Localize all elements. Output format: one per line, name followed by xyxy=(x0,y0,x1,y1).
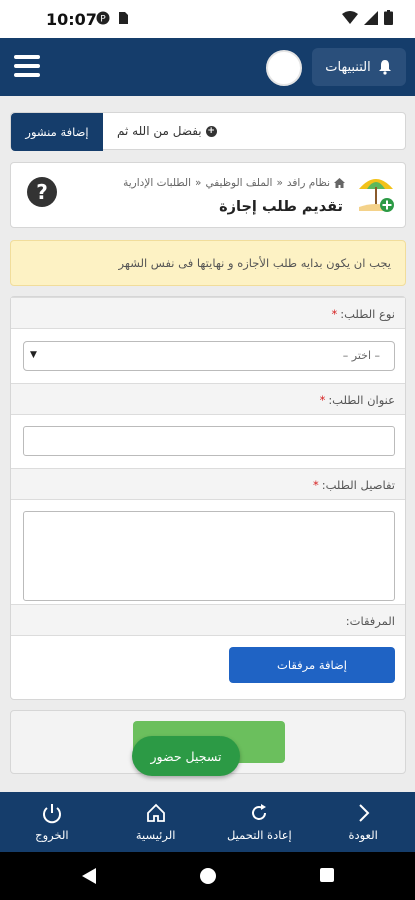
add-attachments-button[interactable]: إضافة مرفقات xyxy=(229,647,395,683)
plus-circle-icon: + xyxy=(205,125,217,137)
nav-logout[interactable]: الخروج xyxy=(0,792,104,852)
app-header: التنبيهات xyxy=(0,38,415,96)
request-details-label-text: تفاصيل الطلب: xyxy=(321,478,395,492)
required-mark: * xyxy=(313,478,319,492)
check-in-button[interactable]: تسجيل حضور xyxy=(132,736,240,776)
breadcrumb-item-profile[interactable]: الملف الوظيفي xyxy=(205,177,272,189)
nav-home[interactable]: الرئيسية xyxy=(104,792,208,852)
page-header-card: ? نظام رافد « الملف الوظيفي « الطلبات ال… xyxy=(10,162,406,228)
power-icon xyxy=(42,804,61,824)
nav-reload-label: إعادة التحميل xyxy=(226,828,292,842)
attachments-label-text: المرفقات: xyxy=(345,614,395,628)
avatar[interactable] xyxy=(266,50,302,86)
chevron-down-icon: ▼ xyxy=(30,350,37,360)
required-mark: * xyxy=(331,307,338,321)
request-type-select[interactable]: – اختر – ▼ xyxy=(23,341,395,371)
sim-card-icon xyxy=(119,12,128,24)
chevron-right-icon xyxy=(359,804,370,822)
nav-back[interactable]: العودة xyxy=(311,792,415,852)
notifications-label: التنبيهات xyxy=(325,59,371,75)
add-post-button[interactable]: إضافة منشور xyxy=(11,113,103,151)
home-icon[interactable] xyxy=(334,178,345,188)
request-details-label: تفاصيل الطلب:* xyxy=(11,468,405,500)
wifi-icon xyxy=(342,10,358,24)
question-circle-icon[interactable]: ? xyxy=(27,177,57,207)
battery-icon xyxy=(384,10,393,25)
nav-home-label: الرئيسية xyxy=(135,828,176,842)
page-title: تقديم طلب إجازة xyxy=(219,199,343,215)
request-title-label-text: عنوان الطلب: xyxy=(328,393,395,407)
app-notification-icon: P xyxy=(96,11,110,25)
warning-alert: يجب ان يكون بدايه طلب الأجازه و نهايتها … xyxy=(10,240,406,286)
request-type-label-text: نوع الطلب: xyxy=(340,307,395,321)
request-type-label: نوع الطلب:* xyxy=(11,297,405,329)
breadcrumb: نظام رافد « الملف الوظيفي « الطلبات الإد… xyxy=(123,177,345,189)
breadcrumb-separator-icon: « xyxy=(276,177,283,189)
breadcrumb-item-system[interactable]: نظام رافد xyxy=(287,177,330,189)
warning-text: يجب ان يكون بدايه طلب الأجازه و نهايتها … xyxy=(118,256,391,270)
request-type-selected: – اختر – xyxy=(342,349,380,362)
nav-back-label: العودة xyxy=(348,828,378,842)
home-circle-icon[interactable] xyxy=(200,868,216,884)
bell-icon xyxy=(378,60,391,75)
bottom-navigation: الخروج الرئيسية إعادة التحميل العودة xyxy=(0,792,415,852)
beach-umbrella-icon xyxy=(359,179,394,212)
notifications-button[interactable]: التنبيهات xyxy=(312,48,406,86)
back-triangle-icon[interactable] xyxy=(82,868,96,884)
signal-icon xyxy=(364,10,378,25)
request-title-label: عنوان الطلب:* xyxy=(11,383,405,415)
request-title-input[interactable] xyxy=(23,426,395,456)
hamburger-menu-icon[interactable] xyxy=(14,55,40,77)
reload-icon xyxy=(252,804,267,820)
attachments-label: المرفقات: xyxy=(11,604,405,636)
recent-apps-icon[interactable] xyxy=(320,868,334,882)
request-details-textarea[interactable] xyxy=(23,511,395,601)
announcement-bar: إضافة منشور + بفضل من الله ثم xyxy=(10,112,406,151)
nav-logout-label: الخروج xyxy=(35,828,69,842)
status-bar: 10:07 P xyxy=(0,0,415,38)
nav-reload[interactable]: إعادة التحميل xyxy=(208,792,312,852)
announcement-ticker[interactable]: + بفضل من الله ثم xyxy=(117,124,217,138)
svg-text:P: P xyxy=(100,15,106,25)
announcement-text: بفضل من الله ثم xyxy=(117,124,202,138)
system-navigation-bar xyxy=(0,852,415,900)
home-icon xyxy=(146,803,165,822)
required-mark: * xyxy=(319,393,326,407)
leave-request-form: نوع الطلب:* – اختر – ▼ عنوان الطلب:* تفا… xyxy=(10,296,406,700)
breadcrumb-separator-icon: « xyxy=(195,177,202,189)
breadcrumb-item-admin-requests[interactable]: الطلبات الإدارية xyxy=(123,177,191,189)
status-time: 10:07 xyxy=(46,10,97,29)
